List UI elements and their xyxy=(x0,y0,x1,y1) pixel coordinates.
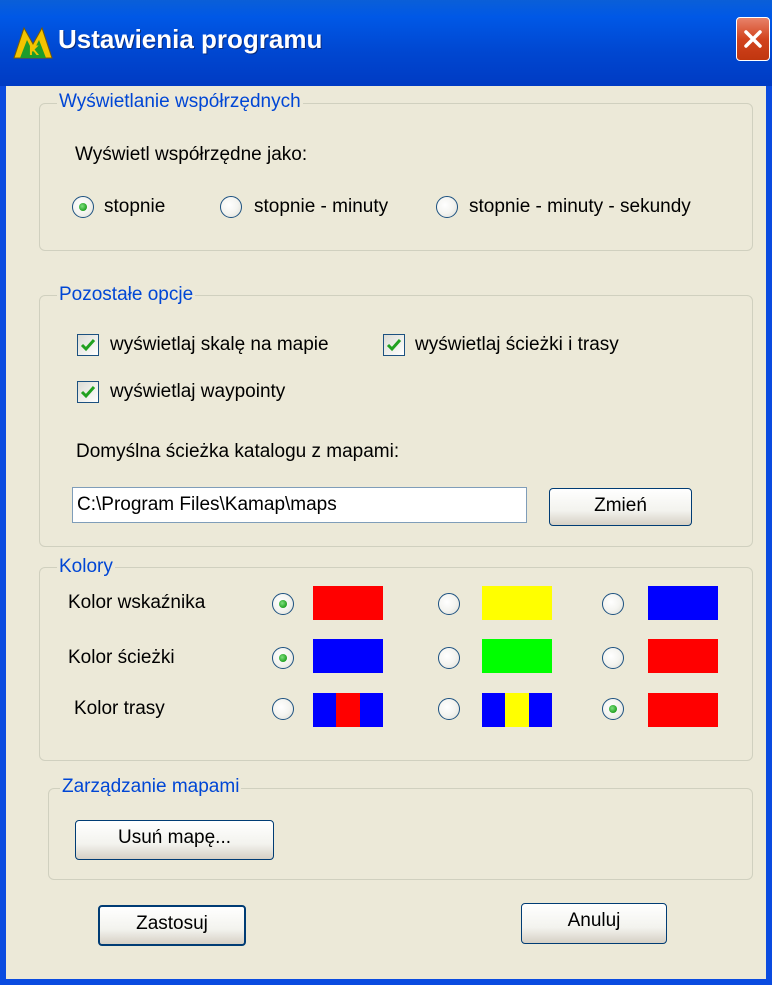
route-color-swatch-1 xyxy=(313,693,383,727)
track-color-swatch-1 xyxy=(313,639,383,673)
other-options-group-legend: Pozostałe opcje xyxy=(57,284,196,306)
checkmark-icon xyxy=(80,339,96,352)
title-bar[interactable]: K Ustawienia programu xyxy=(0,0,772,86)
route-color-radio-3[interactable] xyxy=(602,698,624,720)
map-management-group-legend: Zarządzanie mapami xyxy=(60,776,242,798)
pointer-color-radio-2[interactable] xyxy=(438,593,460,615)
track-color-radio-2[interactable] xyxy=(438,647,460,669)
route-color-swatch-2 xyxy=(482,693,552,727)
track-color-radio-3[interactable] xyxy=(602,647,624,669)
show-waypoints-label[interactable]: wyświetlaj waypointy xyxy=(110,380,285,404)
radio-degrees-minutes-seconds-label[interactable]: stopnie - minuty - sekundy xyxy=(469,195,691,219)
track-color-label: Kolor ścieżki xyxy=(68,647,175,668)
window-frame-right xyxy=(766,86,772,985)
window-frame-bottom xyxy=(0,979,772,985)
cancel-button[interactable]: Anuluj xyxy=(521,903,667,944)
pointer-color-label: Kolor wskaźnika xyxy=(68,592,206,613)
close-icon xyxy=(744,30,762,48)
coordinates-prompt: Wyświetl współrzędne jako: xyxy=(75,144,308,165)
app-logo-icon: K xyxy=(13,26,53,59)
track-color-swatch-3 xyxy=(648,639,718,673)
radio-degrees-minutes-label[interactable]: stopnie - minuty xyxy=(254,195,388,219)
close-button[interactable] xyxy=(736,17,770,61)
track-color-swatch-2 xyxy=(482,639,552,673)
radio-degrees-minutes[interactable] xyxy=(220,196,242,218)
checkmark-icon xyxy=(80,386,96,399)
settings-window: K Ustawienia programu Wyświetlanie współ… xyxy=(0,0,772,985)
coordinates-group-legend: Wyświetlanie współrzędnych xyxy=(57,91,303,113)
change-path-button[interactable]: Zmień xyxy=(549,488,692,526)
default-path-label: Domyślna ścieżka katalogu z mapami: xyxy=(76,441,400,462)
coordinates-group xyxy=(39,103,753,251)
show-scale-label[interactable]: wyświetlaj skalę na mapie xyxy=(110,333,329,357)
route-color-radio-1[interactable] xyxy=(272,698,294,720)
pointer-color-radio-1[interactable] xyxy=(272,593,294,615)
pointer-color-swatch-2 xyxy=(482,586,552,620)
delete-map-button[interactable]: Usuń mapę... xyxy=(75,820,274,860)
show-tracks-label[interactable]: wyświetlaj ścieżki i trasy xyxy=(415,333,619,357)
apply-button[interactable]: Zastosuj xyxy=(98,905,246,946)
svg-text:K: K xyxy=(29,42,39,58)
window-title: Ustawienia programu xyxy=(58,24,323,54)
radio-degrees-label[interactable]: stopnie xyxy=(104,195,165,219)
route-color-radio-2[interactable] xyxy=(438,698,460,720)
pointer-color-swatch-1 xyxy=(313,586,383,620)
radio-degrees[interactable] xyxy=(72,196,94,218)
show-scale-checkbox[interactable] xyxy=(77,334,99,356)
show-tracks-checkbox[interactable] xyxy=(383,334,405,356)
show-waypoints-checkbox[interactable] xyxy=(77,381,99,403)
pointer-color-radio-3[interactable] xyxy=(602,593,624,615)
pointer-color-swatch-3 xyxy=(648,586,718,620)
checkmark-icon xyxy=(386,339,402,352)
track-color-radio-1[interactable] xyxy=(272,647,294,669)
colors-group-legend: Kolory xyxy=(57,556,115,578)
radio-degrees-minutes-seconds[interactable] xyxy=(436,196,458,218)
dialog-body: Wyświetlanie współrzędnych Wyświetl wspó… xyxy=(6,86,766,979)
route-color-swatch-3 xyxy=(648,693,718,727)
maps-path-input[interactable]: C:\Program Files\Kamap\maps xyxy=(72,487,527,523)
route-color-label: Kolor trasy xyxy=(74,698,165,719)
